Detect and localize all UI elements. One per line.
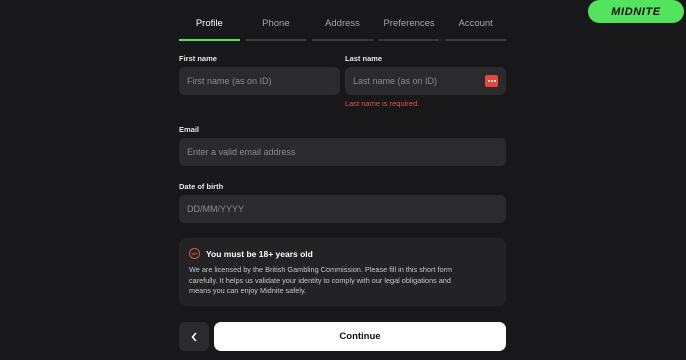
last-name-error: Last name is required. bbox=[345, 99, 420, 108]
age-notice-title: You must be 18+ years old bbox=[206, 248, 313, 259]
last-name-field bbox=[345, 67, 506, 95]
tab-preferences-label: Preferences bbox=[383, 18, 435, 29]
age-notice: 18+ You must be 18+ years old We are lic… bbox=[179, 238, 506, 306]
email-field bbox=[179, 138, 506, 166]
back-button[interactable] bbox=[179, 322, 209, 351]
first-name-label: First name bbox=[179, 54, 217, 63]
age-notice-body: We are licensed by the British Gambling … bbox=[189, 265, 453, 295]
first-name-input[interactable] bbox=[187, 76, 332, 86]
continue-button[interactable]: Continue bbox=[214, 322, 506, 351]
tab-phone-indicator bbox=[245, 39, 307, 41]
tab-profile[interactable]: Profile bbox=[179, 0, 240, 42]
dob-label: Date of birth bbox=[179, 182, 224, 191]
tab-phone-label: Phone bbox=[262, 18, 290, 29]
email-label: Email bbox=[179, 125, 200, 134]
last-name-label: Last name bbox=[345, 54, 383, 63]
step-tabs: Profile Phone Address Preferences Accoun… bbox=[179, 0, 506, 42]
age-restriction-icon: 18+ bbox=[189, 248, 200, 259]
chevron-left-icon bbox=[191, 332, 197, 341]
tab-account[interactable]: Account bbox=[445, 0, 506, 42]
tab-address-label: Address bbox=[325, 18, 360, 29]
tab-address[interactable]: Address bbox=[312, 0, 373, 42]
tab-phone[interactable]: Phone bbox=[245, 0, 307, 42]
tab-preferences-indicator bbox=[378, 39, 440, 41]
dob-field bbox=[179, 195, 506, 223]
tab-account-indicator bbox=[445, 39, 506, 41]
tab-address-indicator bbox=[312, 39, 373, 41]
tab-profile-indicator bbox=[179, 39, 240, 41]
email-input[interactable] bbox=[187, 147, 498, 157]
first-name-field bbox=[179, 67, 340, 95]
tab-profile-label: Profile bbox=[195, 18, 223, 29]
last-name-input[interactable] bbox=[353, 76, 485, 86]
midnite-logo: MIDNITE bbox=[588, 0, 684, 23]
dob-input[interactable] bbox=[187, 204, 498, 214]
error-icon bbox=[485, 75, 498, 87]
tab-preferences[interactable]: Preferences bbox=[378, 0, 440, 42]
age-notice-header: 18+ You must be 18+ years old bbox=[189, 248, 496, 259]
tab-account-label: Account bbox=[458, 18, 493, 29]
